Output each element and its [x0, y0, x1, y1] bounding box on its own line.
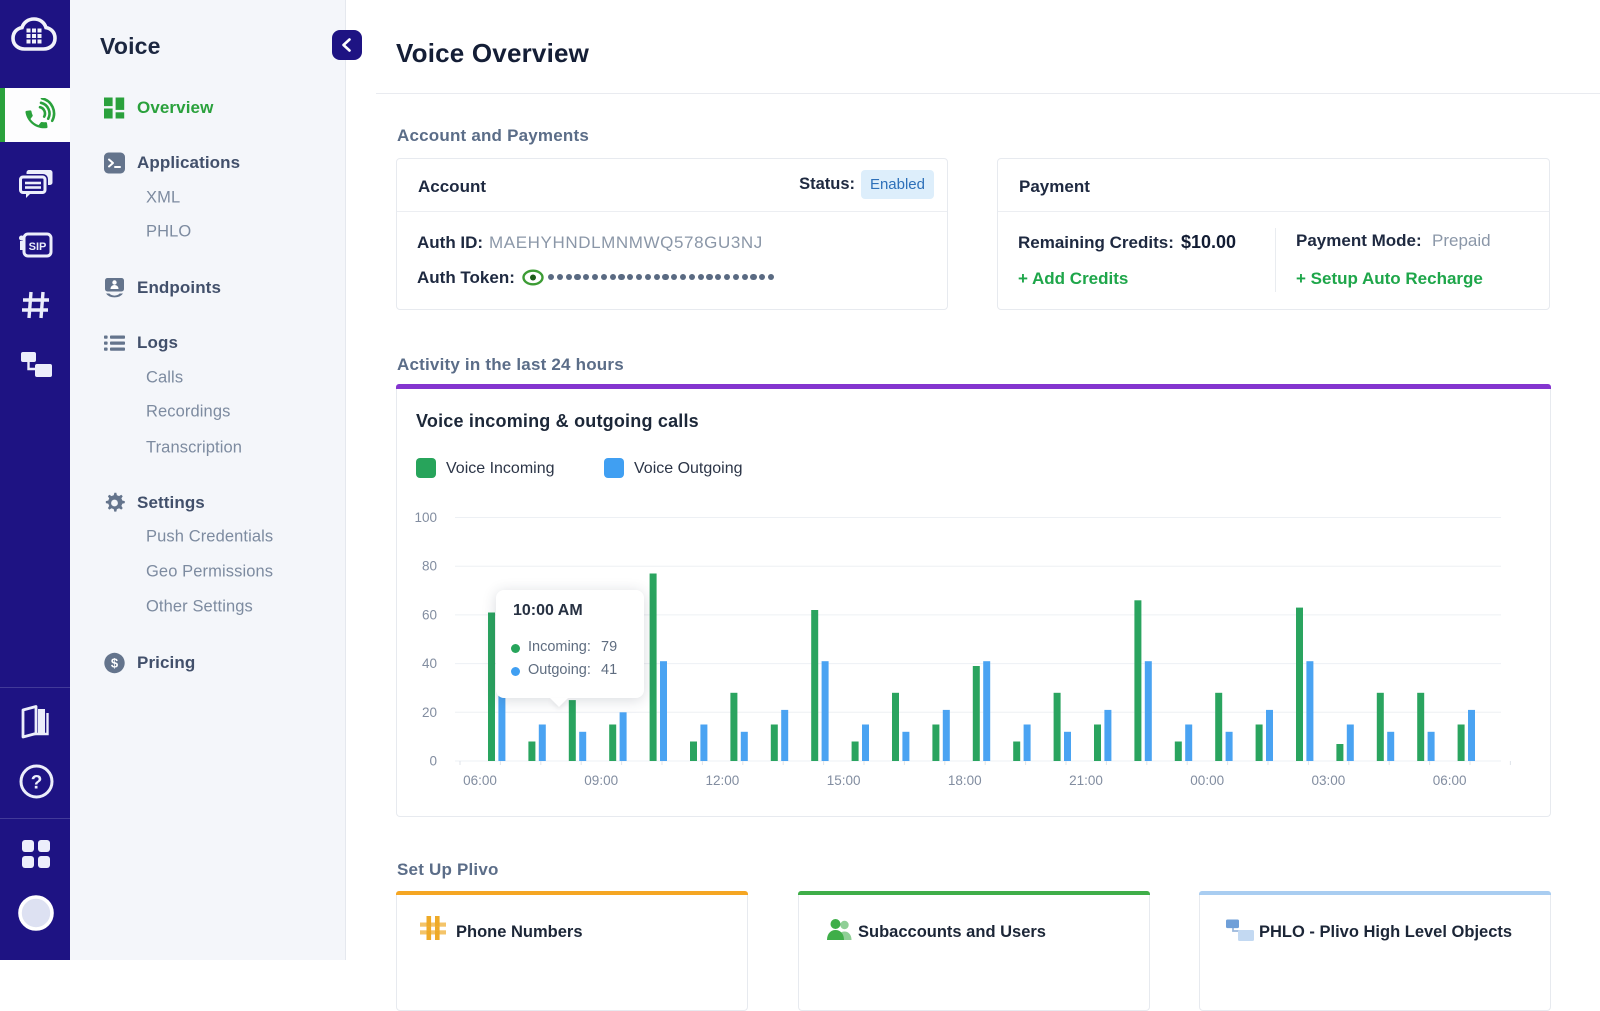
- svg-text:?: ?: [31, 773, 43, 794]
- svg-text:SIP: SIP: [29, 241, 47, 253]
- svg-text:$: $: [111, 656, 119, 671]
